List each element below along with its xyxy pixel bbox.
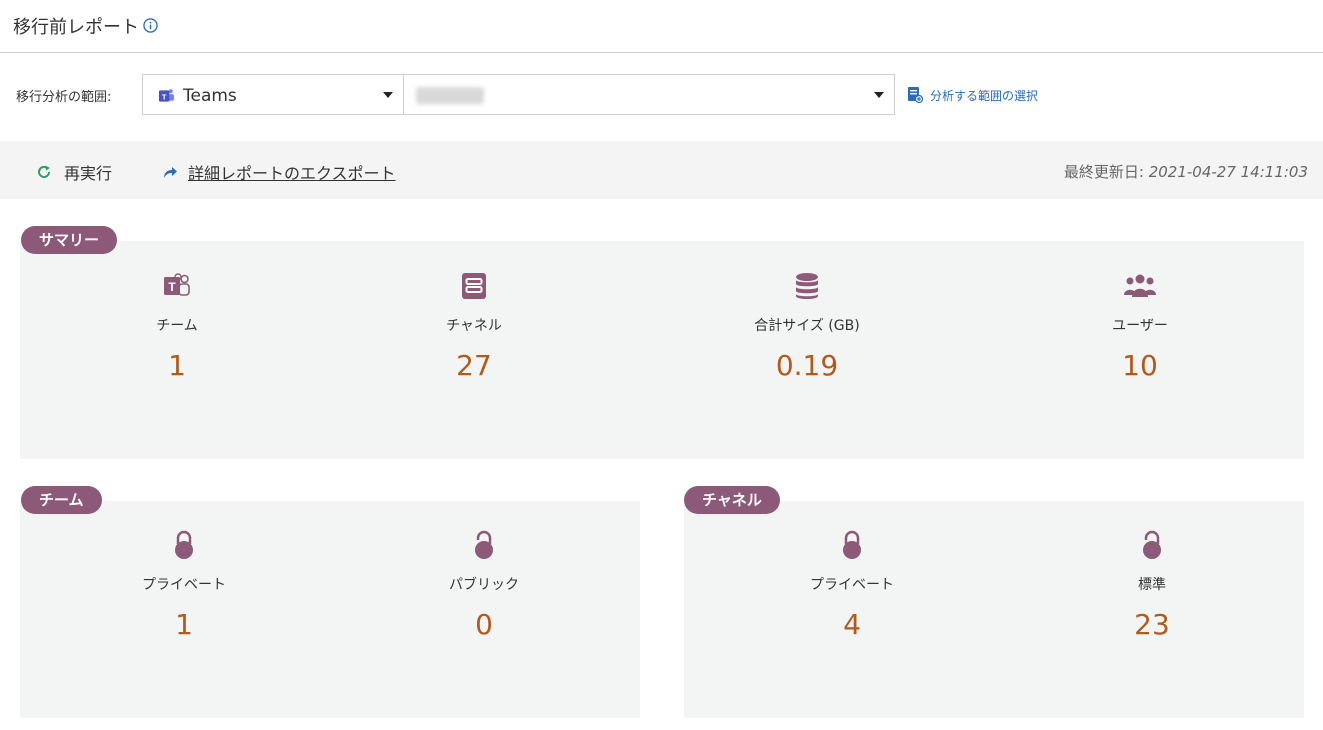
stat-value: 1 xyxy=(168,349,186,382)
teams-icon: T xyxy=(164,273,190,296)
last-updated: 最終更新日: 2021-04-27 14:11:03 xyxy=(1064,161,1308,182)
stat-total-size: 合計サイズ (GB) 0.19 xyxy=(707,271,907,382)
last-updated-value: 2021-04-27 14:11:03 xyxy=(1148,163,1308,181)
database-icon xyxy=(796,273,818,299)
refresh-icon xyxy=(38,165,50,178)
summary-tag: サマリー xyxy=(21,226,118,254)
stat-value: 1 xyxy=(175,608,193,641)
stat-value: 23 xyxy=(1134,608,1170,641)
export-label: 詳細レポートのエクスポート xyxy=(188,164,396,183)
chevron-down-icon xyxy=(874,92,884,98)
svg-text:T: T xyxy=(168,280,176,294)
unlock-icon xyxy=(475,530,493,559)
stat-label: プライベート xyxy=(810,577,894,593)
teams-icon: T xyxy=(158,89,175,102)
last-updated-label: 最終更新日: xyxy=(1063,163,1144,181)
stat-label: プライベート xyxy=(142,577,226,593)
export-report-link[interactable]: 詳細レポートのエクスポート xyxy=(162,160,396,184)
stat-channels: チャネル 27 xyxy=(374,271,574,382)
info-icon[interactable] xyxy=(143,18,158,33)
lock-icon xyxy=(175,530,193,559)
channel-tag: チャネル xyxy=(684,486,780,514)
stat-value: 10 xyxy=(1122,349,1158,382)
stat-label: 標準 xyxy=(1138,577,1166,593)
stat-channel-standard: 標準 23 xyxy=(1052,530,1252,641)
stat-value: 27 xyxy=(456,349,492,382)
stat-team-public: パブリック 0 xyxy=(384,530,584,641)
app-select-value: Teams xyxy=(183,86,237,106)
share-arrow-icon xyxy=(164,167,177,178)
stat-label: パブリック xyxy=(449,577,519,593)
page-title: 移行前レポート xyxy=(13,17,139,38)
stat-users: ユーザー 10 xyxy=(1040,271,1240,382)
page-header: 移行前レポート xyxy=(0,0,1323,53)
toolbar: 再実行 詳細レポートのエクスポート 最終更新日: 2021-04-27 14:1… xyxy=(0,141,1323,199)
scope-select[interactable] xyxy=(404,74,895,115)
users-icon xyxy=(1124,274,1156,297)
svg-text:T: T xyxy=(162,92,167,101)
rerun-button[interactable]: 再実行 xyxy=(36,160,112,184)
lock-icon xyxy=(843,530,861,559)
scope-select-icon xyxy=(908,87,923,104)
channel-icon xyxy=(462,273,486,299)
stat-teams: T チーム 1 xyxy=(77,271,277,382)
stat-label: 合計サイズ (GB) xyxy=(754,318,860,334)
select-scope-link-label: 分析する範囲の選択 xyxy=(930,88,1039,103)
stat-value: 0.19 xyxy=(775,349,839,382)
scope-label: 移行分析の範囲: xyxy=(16,90,112,105)
rerun-label: 再実行 xyxy=(64,164,113,183)
select-scope-link[interactable]: 分析する範囲の選択 xyxy=(907,86,1038,104)
stat-channel-private: プライベート 4 xyxy=(752,530,952,641)
redacted-value xyxy=(416,87,484,104)
team-tag: チーム xyxy=(21,486,102,514)
stat-label: チャネル xyxy=(446,318,502,334)
chevron-down-icon xyxy=(383,92,393,98)
app-select[interactable]: T Teams xyxy=(142,74,404,115)
stat-value: 4 xyxy=(843,608,861,641)
stat-team-private: プライベート 1 xyxy=(84,530,284,641)
unlock-icon xyxy=(1143,530,1161,559)
stat-label: ユーザー xyxy=(1112,318,1168,334)
stat-label: チーム xyxy=(156,318,198,334)
stat-value: 0 xyxy=(475,608,493,641)
